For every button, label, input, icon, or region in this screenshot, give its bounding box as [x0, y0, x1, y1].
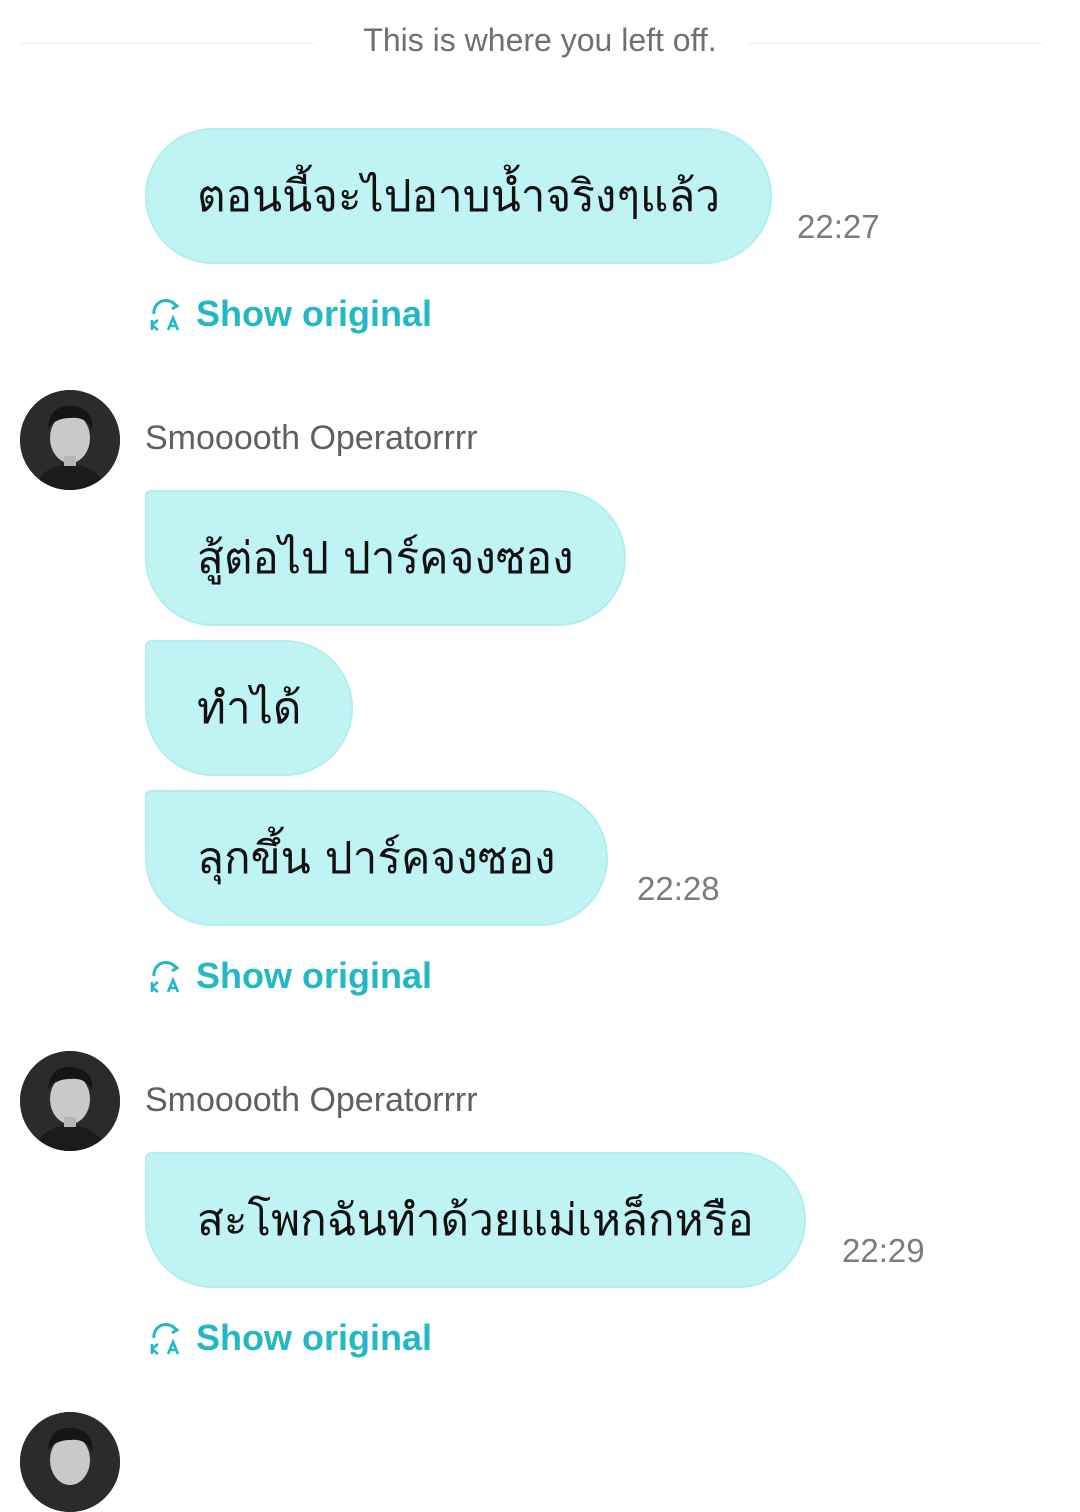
sender-avatar[interactable]	[20, 1051, 120, 1151]
translate-icon	[150, 1323, 180, 1355]
translate-icon	[150, 299, 180, 331]
show-original-label: Show original	[196, 955, 433, 996]
sender-name: Smooooth Operatorrrr	[145, 1081, 478, 1119]
translate-icon	[150, 961, 180, 993]
unread-divider-text: This is where you left off.	[363, 22, 717, 58]
sender-avatar[interactable]	[20, 1412, 120, 1512]
message-bubble[interactable]: สู้ต่อไป ปาร์คจงซอง	[145, 490, 626, 626]
show-original-button[interactable]: Show original	[148, 1316, 432, 1360]
sender-avatar[interactable]	[20, 390, 120, 490]
message-bubble[interactable]: ลุกขึ้น ปาร์คจงซอง	[145, 790, 608, 926]
avatar-photo	[20, 390, 120, 490]
unread-divider: This is where you left off.	[0, 0, 1080, 90]
show-original-button[interactable]: Show original	[148, 292, 432, 336]
show-original-label: Show original	[196, 1317, 433, 1358]
message-bubble[interactable]: ทำได้	[145, 640, 354, 776]
show-original-button[interactable]: Show original	[148, 954, 432, 998]
message-bubble[interactable]: ตอนนี้จะไปอาบน้ำจริงๆแล้ว	[145, 128, 773, 264]
show-original-label: Show original	[196, 293, 433, 334]
message-bubble[interactable]: สะโพกฉันทำด้วยแม่เหล็กหรือ	[145, 1152, 806, 1288]
divider-line-right	[748, 43, 1043, 44]
message-time: 22:28	[637, 870, 720, 907]
sender-name: Smooooth Operatorrrr	[145, 419, 478, 457]
avatar-photo	[20, 1412, 120, 1512]
message-time: 22:29	[842, 1232, 925, 1269]
avatar-photo	[20, 1051, 120, 1151]
message-time: 22:27	[797, 208, 880, 245]
